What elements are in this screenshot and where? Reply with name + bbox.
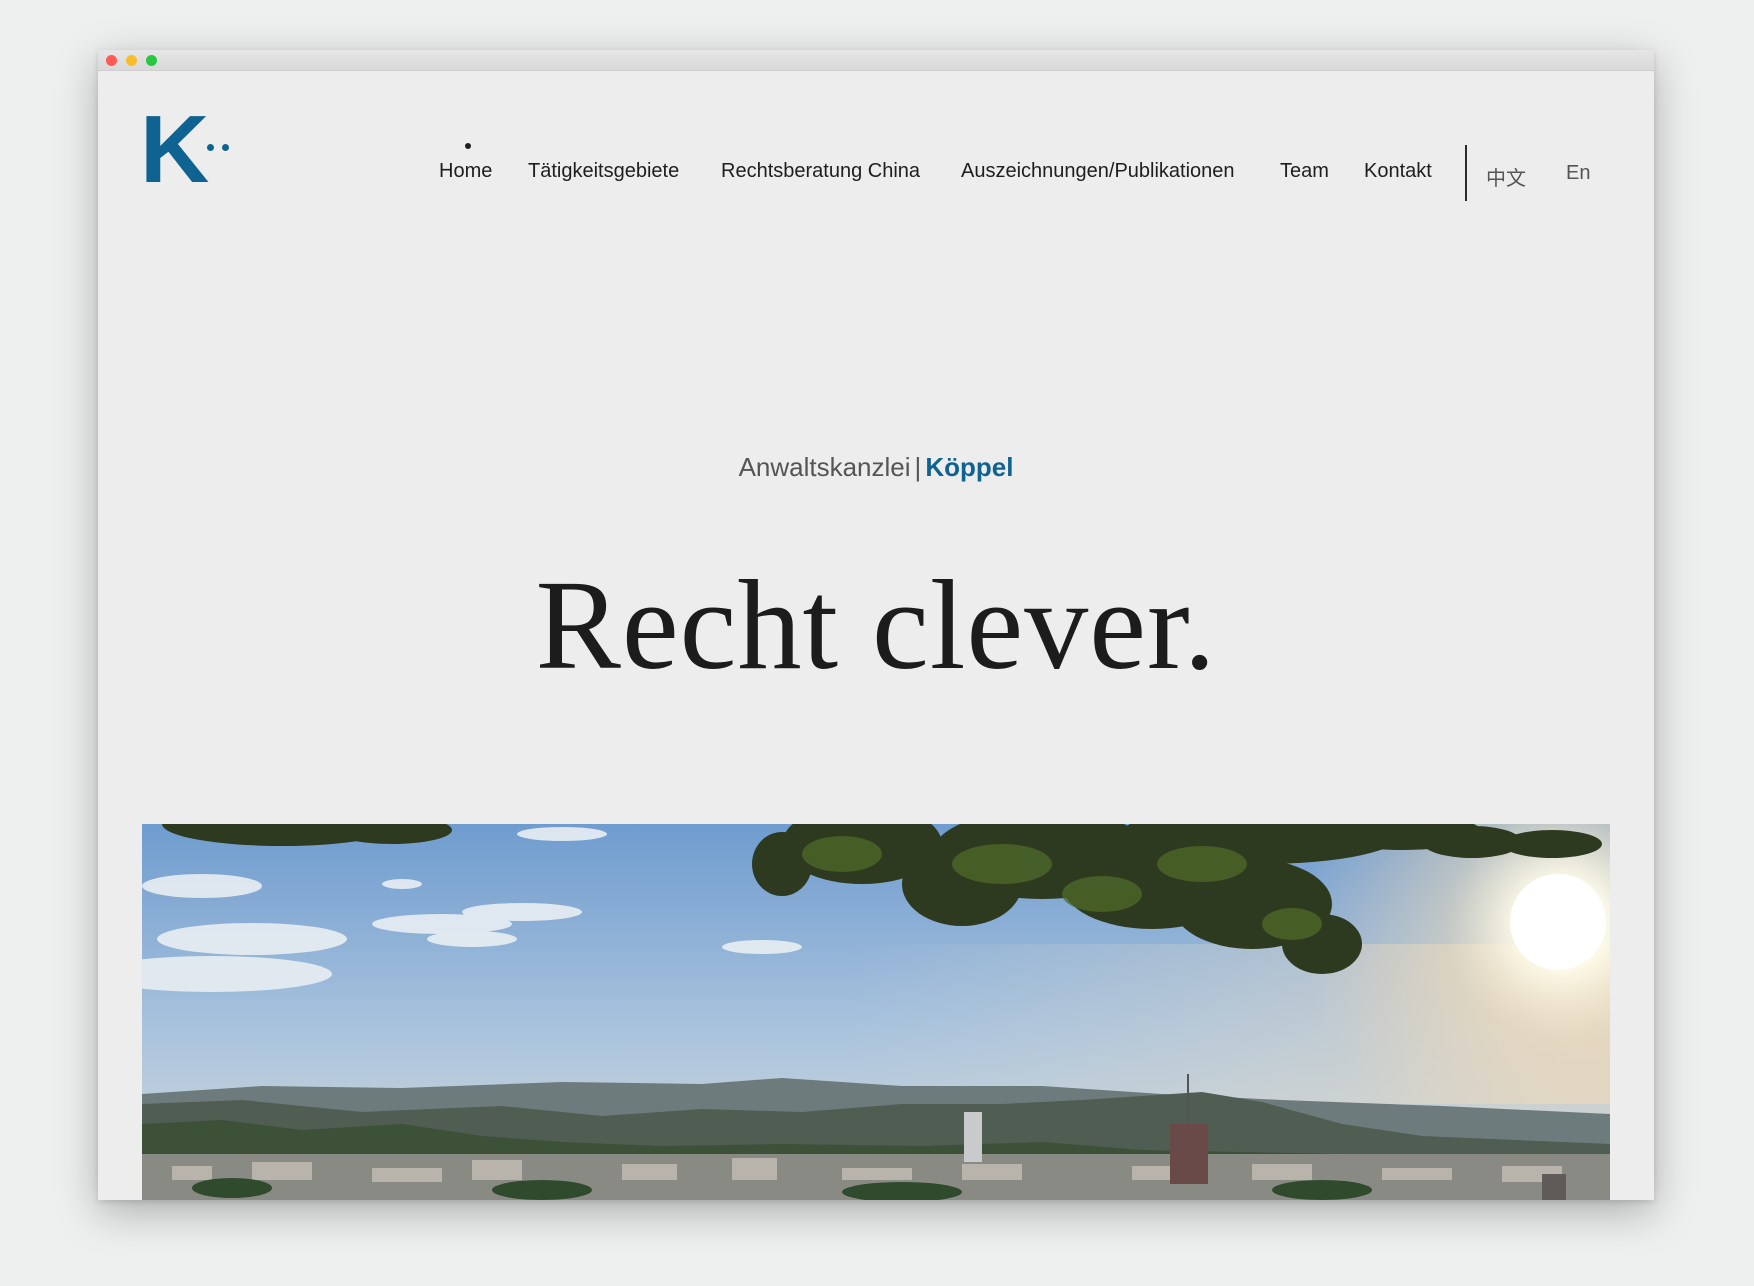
nav-item-team[interactable]: Team [1280, 160, 1329, 183]
logo-dot-icon [222, 144, 229, 151]
minimize-window-icon[interactable] [126, 55, 137, 66]
subtitle-prefix: Anwaltskanzlei [738, 452, 911, 482]
nav-item-kontakt[interactable]: Kontakt [1364, 160, 1432, 183]
browser-window: K Home Tätigkeitsgebiete Rechtsberatung … [98, 50, 1654, 1200]
nav-active-indicator [465, 143, 471, 149]
nav-divider [1465, 145, 1467, 201]
logo-dot-icon [207, 144, 214, 151]
hero-headline: Recht clever. [535, 554, 1217, 696]
hero-subtitle: Anwaltskanzlei | Köppel [98, 452, 1654, 483]
subtitle-brand: Köppel [925, 452, 1014, 482]
nav-item-home[interactable]: Home [439, 160, 492, 183]
subtitle-separator: | [914, 452, 922, 482]
nav-item-rechtsberatung-china[interactable]: Rechtsberatung China [721, 160, 920, 183]
close-window-icon[interactable] [106, 55, 117, 66]
nav-item-taetigkeitsgebiete[interactable]: Tätigkeitsgebiete [528, 160, 679, 183]
hero-image [142, 824, 1610, 1200]
language-chinese[interactable]: 中文 [1486, 162, 1526, 191]
nav-item-auszeichnungen[interactable]: Auszeichnungen/Publikationen [961, 160, 1235, 183]
title-bar [98, 50, 1654, 71]
maximize-window-icon[interactable] [146, 55, 157, 66]
language-english[interactable]: En [1566, 162, 1590, 185]
landscape-photo-illustration [142, 824, 1610, 1200]
main-navigation: Home Tätigkeitsgebiete Rechtsberatung Ch… [98, 160, 1654, 200]
